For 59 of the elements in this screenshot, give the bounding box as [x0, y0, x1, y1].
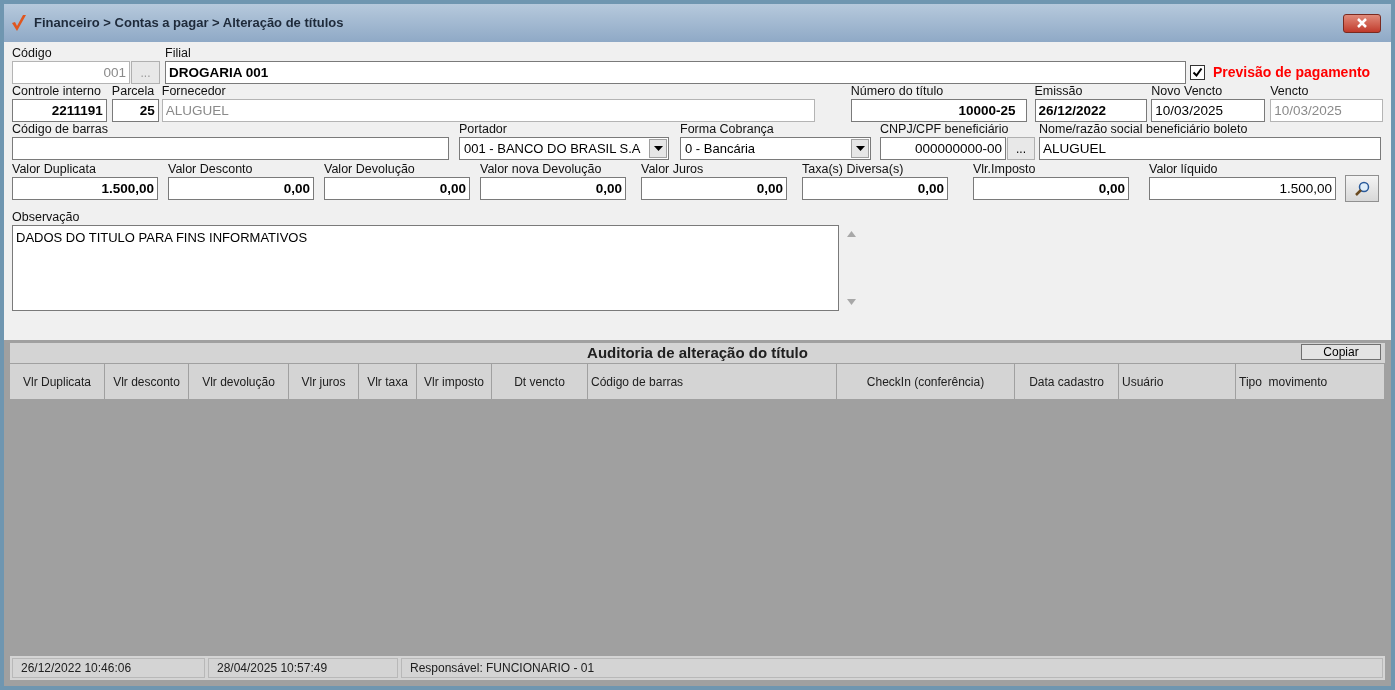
checkbox[interactable] — [1190, 65, 1205, 80]
field-label: Número do título — [850, 84, 944, 99]
field-label: Observação — [12, 210, 81, 225]
input-field[interactable]: 0,00 — [324, 177, 470, 200]
input-field[interactable]: ALUGUEL — [1039, 137, 1381, 160]
input-field[interactable]: 10/03/2025 — [1151, 99, 1266, 122]
input-field[interactable]: 0,00 — [973, 177, 1129, 200]
status-panel: 28/04/2025 10:57:49 — [208, 658, 398, 678]
text-area[interactable]: DADOS DO TITULO PARA FINS INFORMATIVOS — [12, 225, 839, 311]
field-label: CNPJ/CPF beneficiário — [880, 122, 1009, 137]
field-label: Código de barras — [12, 122, 108, 137]
field-label: Valor Duplicata — [12, 162, 96, 177]
field-label: Taxa(s) Diversa(s) — [802, 162, 904, 177]
caret-icon — [855, 146, 865, 151]
field-label: Vencto — [1270, 84, 1309, 99]
input-field[interactable]: 0,00 — [480, 177, 626, 200]
field-label: Parcela — [111, 84, 155, 99]
input-field[interactable]: 0,00 — [168, 177, 314, 200]
field-label: Nome/razão social beneficiário boleto — [1039, 122, 1248, 137]
close-button[interactable] — [1343, 13, 1381, 33]
input-field[interactable]: DROGARIA 001 — [165, 61, 1186, 84]
audit-title: Auditoria de alteração do título — [587, 342, 808, 363]
search-button[interactable] — [1345, 175, 1379, 202]
field-label: Código — [12, 46, 52, 61]
input-field[interactable]: 000000000-00 — [880, 137, 1006, 160]
dropdown[interactable]: 001 - BANCO DO BRASIL S.A — [459, 137, 669, 160]
field-label: Filial — [165, 46, 191, 61]
status-panel: Responsável: FUNCIONARIO - 01 — [401, 658, 1383, 678]
checkbox-label: Previsão de pagamento — [1213, 63, 1371, 82]
field-label: Emissão — [1034, 84, 1083, 99]
field-label: Valor líquido — [1149, 162, 1218, 177]
field-label: Valor nova Devolução — [480, 162, 602, 177]
input-field[interactable]: 1.500,00 — [12, 177, 158, 200]
window-title: Financeiro > Contas a pagar > Alteração de títulos — [34, 14, 344, 33]
search-icon — [1354, 180, 1370, 197]
field-label: Vlr.Imposto — [973, 162, 1036, 177]
status-panel: 26/12/2022 10:46:06 — [12, 658, 205, 678]
input-field[interactable]: 25 — [111, 99, 159, 122]
field-label: Valor Juros — [641, 162, 704, 177]
field-label: Valor Devolução — [324, 162, 415, 177]
field-label: Fornecedor — [161, 84, 226, 99]
input-field[interactable]: 2211191 — [12, 99, 107, 122]
field-label: Forma Cobrança — [680, 122, 774, 137]
ellipsis-button[interactable]: ... — [1007, 137, 1035, 160]
input-field[interactable]: 1.500,00 — [1149, 177, 1336, 200]
field-label: Novo Vencto — [1151, 84, 1223, 99]
input-field[interactable]: 0,00 — [802, 177, 948, 200]
input-field[interactable]: 0,00 — [641, 177, 787, 200]
close-icon — [1356, 18, 1368, 28]
dropdown[interactable]: 0 - Bancária — [680, 137, 871, 160]
input-field[interactable]: 10000-25 — [850, 99, 1027, 122]
field-label: Portador — [459, 122, 507, 137]
field-label: Controle interno — [12, 84, 101, 99]
checkmark-icon — [10, 13, 28, 33]
field-label: Valor Desconto — [168, 162, 253, 177]
copy-button[interactable]: Copiar — [1301, 344, 1381, 360]
input-field[interactable]: 26/12/2022 — [1034, 99, 1148, 122]
input-field[interactable] — [12, 137, 449, 160]
caret-icon — [653, 146, 663, 151]
